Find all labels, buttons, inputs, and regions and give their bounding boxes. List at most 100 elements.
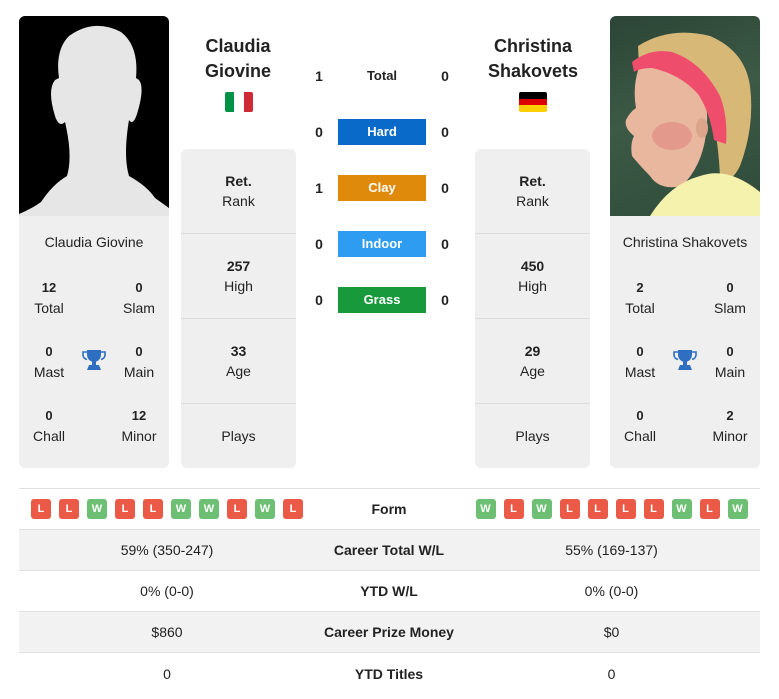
form-win-badge[interactable]: W (727, 499, 748, 519)
h2h-row-clay: 1 Clay 0 (308, 175, 458, 203)
player2-value: 0 (607, 665, 616, 682)
form-win-badge[interactable]: W (475, 499, 496, 519)
form-loss-badge[interactable]: L (59, 499, 79, 519)
player1-value: 59% (350-247) (120, 542, 214, 558)
player1-chall-titles: 0 Chall (19, 406, 79, 446)
form-win-badge[interactable]: W (255, 499, 275, 519)
form-loss-badge[interactable]: L (227, 499, 247, 519)
p2-count: 0 (441, 292, 449, 308)
player2-first-name: Christina (493, 36, 572, 56)
player1-value: 0 (163, 665, 171, 682)
form-loss-badge[interactable]: L (115, 499, 135, 519)
player1-plays: Plays (181, 404, 296, 468)
player1-first-name: Claudia (205, 36, 271, 56)
player2-name-heading[interactable]: Christina Shakovets (468, 34, 598, 84)
p1-count: 1 (315, 180, 323, 196)
form-row: LLWLLWWLWL Form WLWLLLLWLW (19, 489, 760, 530)
stat-value: 0 (135, 344, 143, 359)
surface-clay-badge[interactable]: Clay (338, 175, 426, 201)
player2-main-titles: 0 Main (700, 342, 760, 382)
germany-flag-icon (519, 92, 547, 112)
player1-full-name: Claudia Giovine (44, 234, 144, 250)
player1-main-titles: 0 Main (109, 342, 169, 382)
rank-label: Rank (516, 193, 549, 209)
stat-value: 2 (636, 280, 644, 295)
form-loss-badge[interactable]: L (643, 499, 664, 519)
high-value: 257 (226, 258, 251, 274)
player1-slam-titles: 0 Slam (109, 278, 169, 318)
form-loss-badge[interactable]: L (283, 499, 303, 519)
surface-label: Total (366, 68, 398, 83)
stat-label: Chall (624, 428, 656, 444)
player1-mast-titles: 0 Mast (19, 342, 79, 382)
player1-form: LLWLLWWLWL (19, 499, 315, 519)
player1-minor-titles: 12 Minor (109, 406, 169, 446)
form-label: Form (371, 501, 407, 517)
player2-info-card: Ret. Rank 450 High 29 Age Plays (475, 149, 590, 468)
stat-label: Minor (121, 428, 157, 444)
stat-label: Mast (624, 364, 656, 380)
player-portrait-image (625, 32, 760, 216)
player2-value: $0 (603, 624, 620, 640)
stat-label: Slam (123, 300, 155, 316)
stat-value: 12 (131, 408, 147, 423)
form-win-badge[interactable]: W (171, 499, 191, 519)
table-row: 59% (350-247) Career Total W/L 55% (169-… (19, 530, 760, 571)
stat-value: 0 (636, 408, 644, 423)
row-label: Career Total W/L (333, 542, 445, 558)
player2-last-name: Shakovets (487, 61, 579, 81)
row-label: YTD W/L (360, 583, 418, 599)
trophy-icon (673, 350, 697, 370)
player2-mast-titles: 0 Mast (610, 342, 670, 382)
form-win-badge[interactable]: W (531, 499, 552, 519)
stat-value: 0 (636, 344, 644, 359)
form-loss-badge[interactable]: L (699, 499, 720, 519)
p2-count: 0 (441, 236, 449, 252)
stat-label: Chall (33, 428, 65, 444)
rank-label: Rank (222, 193, 255, 209)
italy-flag-icon (225, 92, 253, 112)
p1-count: 0 (315, 124, 323, 140)
surface-grass-badge[interactable]: Grass (338, 287, 426, 313)
player2-card: Christina Shakovets 2 Total 0 Slam 0 Mas… (610, 16, 760, 468)
player2-value: 0% (0-0) (584, 583, 639, 599)
stat-value: 0 (726, 280, 734, 295)
form-win-badge[interactable]: W (87, 499, 107, 519)
form-loss-badge[interactable]: L (503, 499, 524, 519)
form-win-badge[interactable]: W (671, 499, 692, 519)
plays-label: Plays (221, 428, 256, 444)
player2-form: WLWLLLLWLW (463, 499, 760, 519)
p2-count: 0 (441, 68, 449, 84)
player1-age: 33 Age (181, 319, 296, 404)
stat-label: Main (123, 364, 155, 380)
form-win-badge[interactable]: W (199, 499, 219, 519)
surface-hard-badge[interactable]: Hard (338, 119, 426, 145)
form-loss-badge[interactable]: L (615, 499, 636, 519)
high-label: High (224, 278, 253, 294)
player2-full-name: Christina Shakovets (622, 234, 748, 250)
form-loss-badge[interactable]: L (587, 499, 608, 519)
p1-count: 1 (315, 68, 323, 84)
stat-label: Total (34, 300, 64, 316)
form-loss-badge[interactable]: L (559, 499, 580, 519)
form-loss-badge[interactable]: L (143, 499, 163, 519)
player1-high: 257 High (181, 234, 296, 319)
comparison-table: LLWLLWWLWL Form WLWLLLLWLW 59% (350-247)… (19, 488, 760, 694)
player2-value: 55% (169-137) (565, 542, 658, 558)
player2-photo (610, 16, 760, 216)
player2-age: 29 Age (475, 319, 590, 404)
p1-count: 0 (315, 236, 323, 252)
player1-value: 0% (0-0) (140, 583, 194, 599)
player2-rank: Ret. Rank (475, 149, 590, 234)
stat-value: 0 (45, 408, 53, 423)
player1-card: Claudia Giovine 12 Total 0 Slam 0 Mast 0… (19, 16, 169, 468)
player1-photo (19, 16, 169, 216)
player1-total-titles: 12 Total (19, 278, 79, 318)
surface-indoor-badge[interactable]: Indoor (338, 231, 426, 257)
player1-name-heading[interactable]: Claudia Giovine (173, 34, 303, 84)
form-loss-badge[interactable]: L (31, 499, 51, 519)
h2h-row-total: 1 Total 0 (308, 63, 458, 91)
rank-value: Ret. (519, 173, 546, 189)
table-row: 0 YTD Titles 0 (19, 653, 760, 694)
player2-total-titles: 2 Total (610, 278, 670, 318)
